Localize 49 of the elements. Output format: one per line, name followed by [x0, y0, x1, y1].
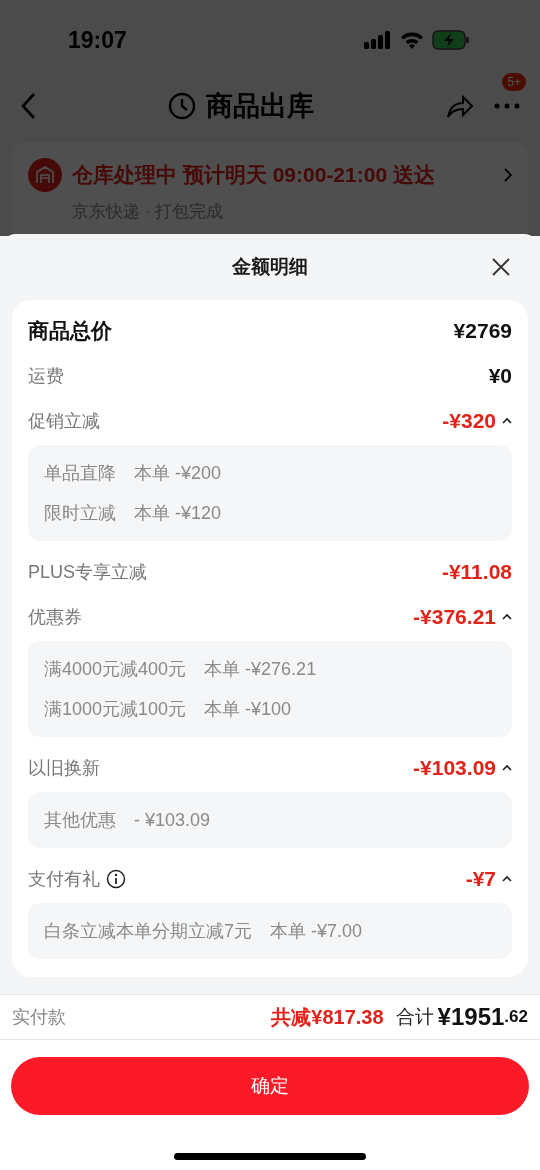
wifi-icon: [400, 31, 424, 49]
sheet-title: 金额明细: [232, 255, 308, 279]
item-amount: ¥0: [488, 363, 512, 388]
item-label: 以旧换新: [28, 756, 100, 780]
detail-value: 本单 -¥120: [134, 502, 222, 525]
close-icon[interactable]: [492, 258, 510, 276]
item-label: 优惠券: [28, 605, 82, 629]
item-label: PLUS专享立减: [28, 560, 148, 584]
detail-name: 满1000元减100元: [44, 698, 187, 721]
detail-name: 单品直降: [44, 462, 116, 485]
item-label: 促销立减: [28, 409, 100, 433]
caret-icon[interactable]: [502, 875, 512, 882]
warehouse-icon: [28, 158, 62, 192]
page-title: 商品出库: [206, 90, 314, 123]
status-time: 19:07: [68, 26, 127, 54]
item-label: 支付有礼: [28, 867, 100, 891]
item-amount: -¥320: [442, 408, 496, 433]
caret-icon[interactable]: [502, 613, 512, 620]
signal-icon: [364, 31, 392, 49]
confirm-button[interactable]: 确定: [11, 1057, 529, 1115]
detail-name: 限时立减: [44, 502, 116, 525]
chevron-right-icon: [504, 168, 512, 182]
detail-value: 本单 -¥200: [134, 462, 222, 485]
detail-value: - ¥103.09: [134, 809, 211, 831]
item-label: 商品总价: [28, 317, 112, 344]
detail-name: 其他优惠: [44, 809, 116, 832]
detail-name: 白条立减本单分期立减7元: [44, 920, 252, 943]
summary-label: 实付款: [12, 1006, 67, 1029]
info-icon[interactable]: [106, 868, 126, 889]
item-amount: ¥2769: [453, 318, 512, 343]
battery-icon: [432, 30, 470, 50]
notification-badge: 5+: [502, 73, 526, 91]
item-amount: -¥7: [465, 866, 496, 891]
detail-name: 满4000元减400元: [44, 658, 187, 681]
item-amount: -¥103.09: [413, 755, 496, 780]
item-amount: -¥376.21: [413, 604, 496, 629]
total-amount: ¥1951: [437, 1003, 505, 1031]
detail-value: 本单 -¥276.21: [204, 658, 317, 681]
clock-icon: [168, 92, 196, 120]
total-decimal: .62: [504, 1007, 528, 1027]
detail-value: 本单 -¥7.00: [270, 920, 363, 943]
item-label: 运费: [28, 364, 64, 388]
detail-value: 本单 -¥100: [204, 698, 292, 721]
caret-icon[interactable]: [502, 417, 512, 424]
total-label: 合计: [395, 1005, 434, 1029]
caret-icon[interactable]: [502, 764, 512, 771]
delivery-status: 仓库处理中 预计明天 09:00-21:00 送达: [72, 162, 436, 188]
total-saving: 共减¥817.38: [271, 1004, 384, 1030]
item-amount: -¥11.08: [441, 559, 512, 584]
